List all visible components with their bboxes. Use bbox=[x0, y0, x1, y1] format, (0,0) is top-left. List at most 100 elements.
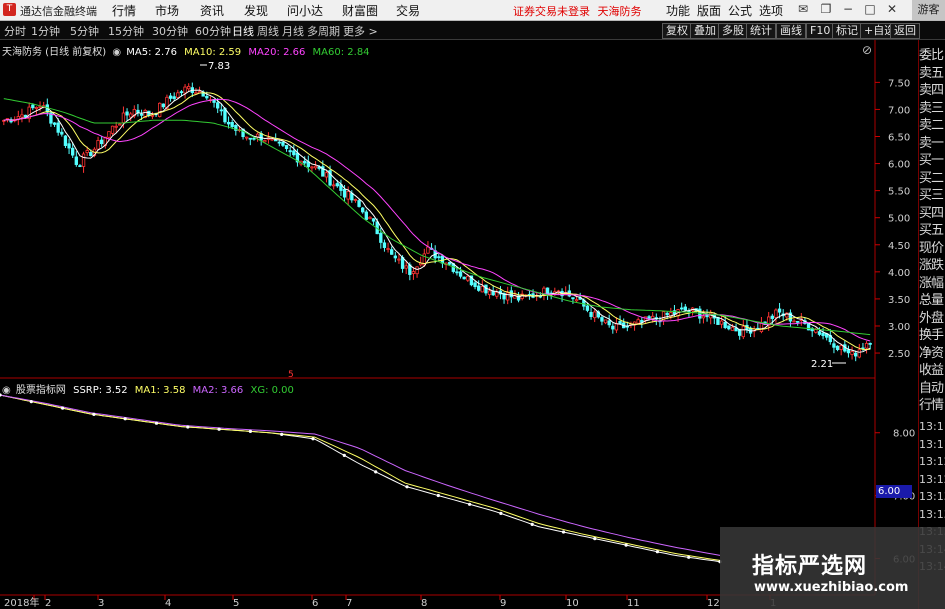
ssrp-line bbox=[0, 394, 721, 563]
candle-body bbox=[636, 319, 640, 324]
candle-body bbox=[288, 150, 292, 153]
candle-body bbox=[379, 232, 383, 243]
price-tick-label: 7.50 bbox=[888, 78, 910, 89]
candle-body bbox=[63, 135, 68, 146]
candle-body bbox=[607, 320, 611, 326]
candle-body bbox=[284, 145, 289, 149]
candle-body bbox=[618, 321, 622, 325]
candle-body bbox=[585, 305, 590, 311]
candle-body bbox=[455, 271, 459, 274]
candle-body bbox=[230, 121, 234, 128]
candle-body bbox=[719, 320, 724, 325]
quote-label: 总量 bbox=[919, 293, 944, 308]
candle-body bbox=[67, 143, 71, 149]
legend-toggle-icon[interactable]: ◉ bbox=[112, 47, 121, 58]
ssrp-point bbox=[342, 453, 346, 457]
candle-body bbox=[150, 114, 155, 117]
ssrp-point bbox=[624, 543, 628, 547]
candle-body bbox=[361, 207, 365, 213]
ma5-label: MA5: 2.76 bbox=[126, 47, 177, 58]
quote-label: 买一 bbox=[919, 153, 944, 168]
candle-body bbox=[136, 109, 140, 113]
candle-body bbox=[835, 345, 840, 351]
price-tick-label: 7.00 bbox=[888, 105, 910, 116]
candle-body bbox=[277, 141, 281, 144]
ssrp-point bbox=[655, 550, 660, 554]
price-tick-label: 6.00 bbox=[888, 160, 910, 171]
ssrp-point bbox=[468, 502, 472, 506]
candle-body bbox=[462, 276, 466, 280]
candle-body bbox=[480, 286, 484, 293]
watermark-title: 指标严选网 bbox=[752, 554, 868, 579]
sub-legend-toggle-icon[interactable]: ◉ bbox=[2, 385, 11, 396]
sub-legend: ◉ 股票指标网 SSRP: 3.52 MA1: 3.58 MA2: 3.66 X… bbox=[2, 381, 294, 396]
candle-body bbox=[741, 325, 745, 338]
ssrp-point bbox=[123, 417, 127, 421]
candle-body bbox=[777, 308, 782, 313]
quote-label: 卖三 bbox=[919, 100, 944, 116]
xg-label: XG: 0.00 bbox=[250, 385, 294, 396]
tick-time: 13:13 bbox=[919, 507, 945, 521]
candle-body bbox=[118, 123, 122, 126]
ssrp-point bbox=[217, 427, 221, 431]
candle-body bbox=[487, 290, 492, 296]
price-tick-label: 6.50 bbox=[888, 133, 910, 144]
price-tick-label: 3.50 bbox=[888, 295, 910, 306]
ssrp-point bbox=[280, 432, 284, 436]
panel-settings-icon[interactable]: ⊘ bbox=[862, 43, 872, 57]
candle-body bbox=[52, 122, 57, 125]
candle-body bbox=[571, 297, 575, 300]
ma20-line bbox=[3, 98, 871, 342]
candle-body bbox=[509, 290, 513, 298]
candle-body bbox=[600, 317, 604, 322]
candle-body bbox=[168, 95, 173, 99]
candle-body bbox=[415, 266, 419, 275]
candle-body bbox=[458, 271, 463, 277]
event-marker: 5 bbox=[288, 370, 294, 380]
ma60-label: MA60: 2.84 bbox=[312, 47, 370, 58]
quote-label: 自动 bbox=[919, 380, 944, 396]
date-tick-label: 5 bbox=[233, 598, 239, 609]
candle-body bbox=[114, 125, 118, 128]
date-tick-label: 2 bbox=[45, 598, 51, 609]
candle-body bbox=[611, 325, 615, 330]
ssrp-point bbox=[593, 537, 597, 541]
quote-label: 委比 bbox=[919, 48, 944, 63]
date-tick-label: 9 bbox=[500, 598, 506, 609]
candle-body bbox=[506, 292, 510, 301]
indicator-series bbox=[0, 393, 722, 564]
candle-body bbox=[281, 141, 285, 146]
candle-body bbox=[665, 312, 669, 316]
candle-body bbox=[393, 255, 397, 259]
low-label: 2.21 bbox=[811, 359, 833, 370]
candle-body bbox=[270, 138, 274, 141]
candle-body bbox=[770, 315, 774, 319]
candle-body bbox=[774, 309, 778, 318]
candle-body bbox=[158, 102, 162, 117]
date-tick-label: 11 bbox=[627, 598, 640, 609]
ssrp-point bbox=[248, 429, 252, 433]
candle-body bbox=[854, 352, 858, 357]
candle-body bbox=[603, 319, 608, 324]
candle-body bbox=[179, 91, 184, 94]
candle-body bbox=[846, 349, 851, 354]
date-axis-ticks: 2018年234567891011121 bbox=[4, 595, 776, 609]
quote-label: 买二 bbox=[919, 170, 944, 186]
ma10-line bbox=[3, 92, 871, 351]
ssrp-point bbox=[687, 555, 691, 559]
date-tick-label: 2018年 bbox=[4, 596, 39, 609]
candle-body bbox=[473, 282, 477, 288]
price-tick-label: 2.50 bbox=[888, 349, 910, 360]
candle-body bbox=[139, 113, 144, 116]
ma10-label: MA10: 2.59 bbox=[184, 47, 242, 58]
candle-body bbox=[411, 271, 416, 274]
candle-body bbox=[34, 106, 39, 109]
candle-body bbox=[792, 320, 796, 323]
ma1-label: MA1: 3.58 bbox=[134, 385, 186, 396]
date-tick-label: 8 bbox=[421, 598, 427, 609]
kline-chart[interactable]: 7.50 7.00 6.50 6.00 5.50 5.00 4.50 4.00 3.50 3.00… bbox=[0, 0, 945, 609]
candle-body bbox=[187, 86, 191, 90]
candle-body bbox=[342, 189, 347, 198]
price-tick-label: 4.00 bbox=[888, 268, 910, 279]
candle-body bbox=[368, 216, 372, 220]
